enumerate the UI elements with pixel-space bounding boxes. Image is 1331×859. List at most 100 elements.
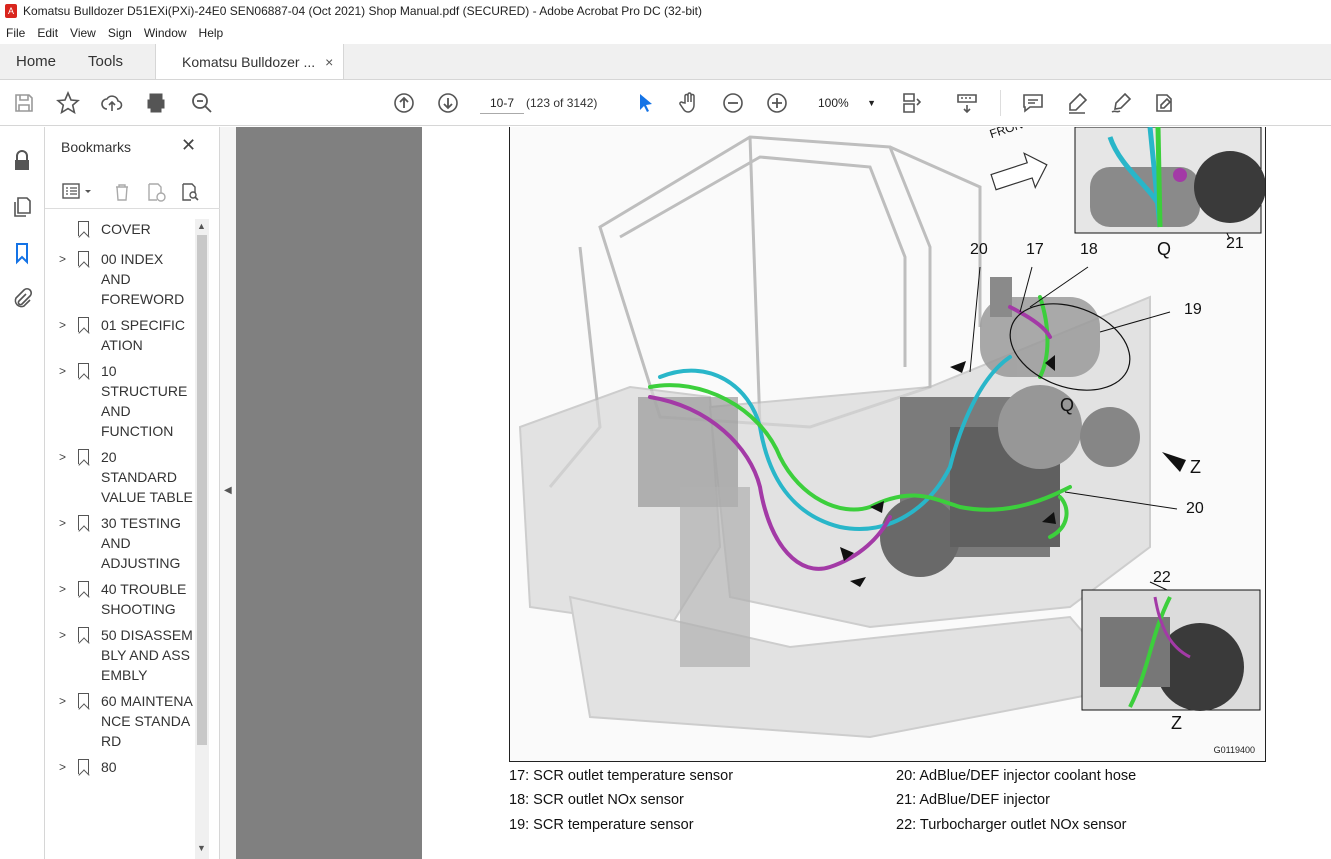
- highlight-pen-icon[interactable]: [1065, 91, 1089, 115]
- select-cursor-icon[interactable]: [634, 91, 658, 115]
- title-bar: A Komatsu Bulldozer D51EXi(PXi)-24E0 SEN…: [0, 0, 1331, 22]
- zoom-search-icon[interactable]: [190, 91, 214, 115]
- bookmark-80[interactable]: > 80: [45, 757, 195, 777]
- bookmark-label: 80: [101, 759, 117, 775]
- bookmark-search-icon[interactable]: [179, 181, 201, 203]
- bookmark-30-testing[interactable]: > 30 TESTING AND ADJUSTING: [45, 513, 195, 573]
- menu-sign[interactable]: Sign: [102, 26, 138, 40]
- bookmark-01-specification[interactable]: > 01 SPECIFICATION: [45, 315, 195, 355]
- chevron-right-icon[interactable]: >: [59, 579, 66, 599]
- menu-edit[interactable]: Edit: [31, 26, 64, 40]
- bookmark-flag-icon: [78, 581, 89, 596]
- tab-tools[interactable]: Tools: [72, 44, 139, 79]
- menu-help[interactable]: Help: [193, 26, 230, 40]
- pages-icon[interactable]: [10, 195, 34, 219]
- bookmark-flag-icon: [78, 317, 89, 332]
- bookmark-label: 20 STANDARD VALUE TABLE: [101, 449, 193, 505]
- bookmark-cover[interactable]: COVER: [45, 219, 195, 239]
- star-icon[interactable]: [56, 91, 80, 115]
- attachment-icon[interactable]: [10, 287, 34, 311]
- callout-19: 19: [1184, 301, 1202, 318]
- hand-tool-icon[interactable]: [677, 91, 701, 115]
- tab-document-label: Komatsu Bulldozer ...: [182, 53, 316, 70]
- keyboard-scroll-icon[interactable]: [955, 91, 979, 115]
- viewer-background: [236, 127, 422, 859]
- chevron-right-icon[interactable]: >: [59, 447, 66, 467]
- legend-20: 20: AdBlue/DEF injector coolant hose: [896, 768, 1137, 784]
- bookmark-60-maintenance[interactable]: > 60 MAINTENANCE STANDARD: [45, 691, 195, 751]
- zoom-value: 100%: [818, 96, 849, 110]
- close-icon[interactable]: ✕: [181, 135, 196, 156]
- z-label-inset: Z: [1171, 713, 1182, 733]
- zoom-in-icon[interactable]: [765, 91, 789, 115]
- bookmark-20-standard-value[interactable]: > 20 STANDARD VALUE TABLE: [45, 447, 195, 507]
- bookmark-label: 40 TROUBLESHOOTING: [101, 581, 187, 617]
- next-page-icon[interactable]: [436, 91, 460, 115]
- toolbar: 10-7 (123 of 3142) 100% ▼: [0, 80, 1331, 126]
- menu-view[interactable]: View: [64, 26, 102, 40]
- bookmark-label: 30 TESTING AND ADJUSTING: [101, 515, 181, 571]
- chevron-right-icon[interactable]: >: [59, 249, 66, 269]
- bookmarks-scroll-thumb[interactable]: [197, 235, 207, 745]
- callout-20-top: 20: [970, 241, 988, 258]
- comment-icon[interactable]: [1021, 91, 1045, 115]
- chevron-right-icon[interactable]: >: [59, 513, 66, 533]
- bookmarks-panel: Bookmarks ✕ COVER > 00 INDEX AND FOREWOR…: [45, 127, 220, 859]
- zoom-select[interactable]: 100% ▼: [810, 92, 882, 114]
- menu-window[interactable]: Window: [138, 26, 193, 40]
- bookmark-flag-icon: [78, 515, 89, 530]
- delete-icon[interactable]: [111, 181, 133, 203]
- previous-page-icon[interactable]: [392, 91, 416, 115]
- bookmarks-toolbar: [45, 175, 220, 209]
- chevron-right-icon[interactable]: >: [59, 757, 66, 777]
- document-page[interactable]: FRONT 20 17 18 19 Q Z 20 Q 21 22 Z G0119…: [422, 127, 1331, 859]
- fill-sign-icon[interactable]: [1153, 91, 1177, 115]
- q-label-main: Q: [1060, 395, 1075, 415]
- chevron-right-icon[interactable]: >: [59, 625, 66, 645]
- menu-file[interactable]: File: [0, 26, 31, 40]
- bookmark-flag-icon: [78, 759, 89, 774]
- left-rail: [0, 127, 45, 859]
- tab-document[interactable]: Komatsu Bulldozer ... ×: [155, 44, 345, 79]
- chevron-right-icon[interactable]: >: [59, 691, 66, 711]
- print-icon[interactable]: [144, 91, 168, 115]
- panel-collapse-handle[interactable]: ◀: [220, 127, 236, 859]
- bookmark-flag-icon: [78, 449, 89, 464]
- options-menu-icon[interactable]: [61, 181, 95, 203]
- bookmark-10-structure[interactable]: > 10 STRUCTURE AND FUNCTION: [45, 361, 195, 441]
- callout-20-bottom: 20: [1186, 500, 1204, 517]
- draw-sign-icon[interactable]: [1109, 91, 1133, 115]
- legend-21: 21: AdBlue/DEF injector: [896, 792, 1050, 808]
- page-layout-icon[interactable]: [900, 91, 924, 115]
- bookmark-50-disassembly[interactable]: > 50 DISASSEMBLY AND ASSEMBLY: [45, 625, 195, 685]
- bookmark-40-troubleshooting[interactable]: > 40 TROUBLESHOOTING: [45, 579, 195, 619]
- bookmark-flag-icon: [78, 221, 89, 236]
- save-icon[interactable]: [12, 91, 36, 115]
- chevron-right-icon[interactable]: >: [59, 315, 66, 335]
- callout-17: 17: [1026, 241, 1044, 258]
- page-number-input[interactable]: 10-7: [480, 92, 524, 114]
- z-label-main: Z: [1190, 457, 1201, 477]
- chevron-right-icon[interactable]: >: [59, 361, 66, 381]
- bookmark-flag-icon: [78, 363, 89, 378]
- bookmarks-title: Bookmarks: [61, 139, 132, 155]
- tab-home[interactable]: Home: [0, 44, 72, 79]
- bookmark-00-index[interactable]: > 00 INDEX AND FOREWORD: [45, 249, 195, 309]
- q-label-inset: Q: [1157, 239, 1172, 259]
- upload-icon[interactable]: [100, 91, 124, 115]
- scroll-up-icon[interactable]: ▲: [197, 221, 206, 231]
- lock-icon[interactable]: [10, 149, 34, 173]
- bulldozer-figure: FRONT 20 17 18 19 Q Z 20 Q 21 22 Z G0119…: [509, 127, 1266, 762]
- new-bookmark-icon[interactable]: [145, 181, 167, 203]
- bookmark-label: 50 DISASSEMBLY AND ASSEMBLY: [101, 627, 193, 683]
- figure-code: G0119400: [1213, 745, 1255, 755]
- zoom-out-icon[interactable]: [721, 91, 745, 115]
- bookmark-label: COVER: [101, 221, 151, 237]
- scroll-down-icon[interactable]: ▼: [197, 843, 206, 853]
- tab-close-icon[interactable]: ×: [325, 54, 333, 70]
- bulldozer-illustration: [518, 127, 1265, 739]
- legend-17: 17: SCR outlet temperature sensor: [509, 768, 734, 784]
- bookmark-label: 10 STRUCTURE AND FUNCTION: [101, 363, 188, 439]
- bookmark-panel-icon[interactable]: [10, 241, 34, 265]
- bookmark-label: 00 INDEX AND FOREWORD: [101, 251, 185, 307]
